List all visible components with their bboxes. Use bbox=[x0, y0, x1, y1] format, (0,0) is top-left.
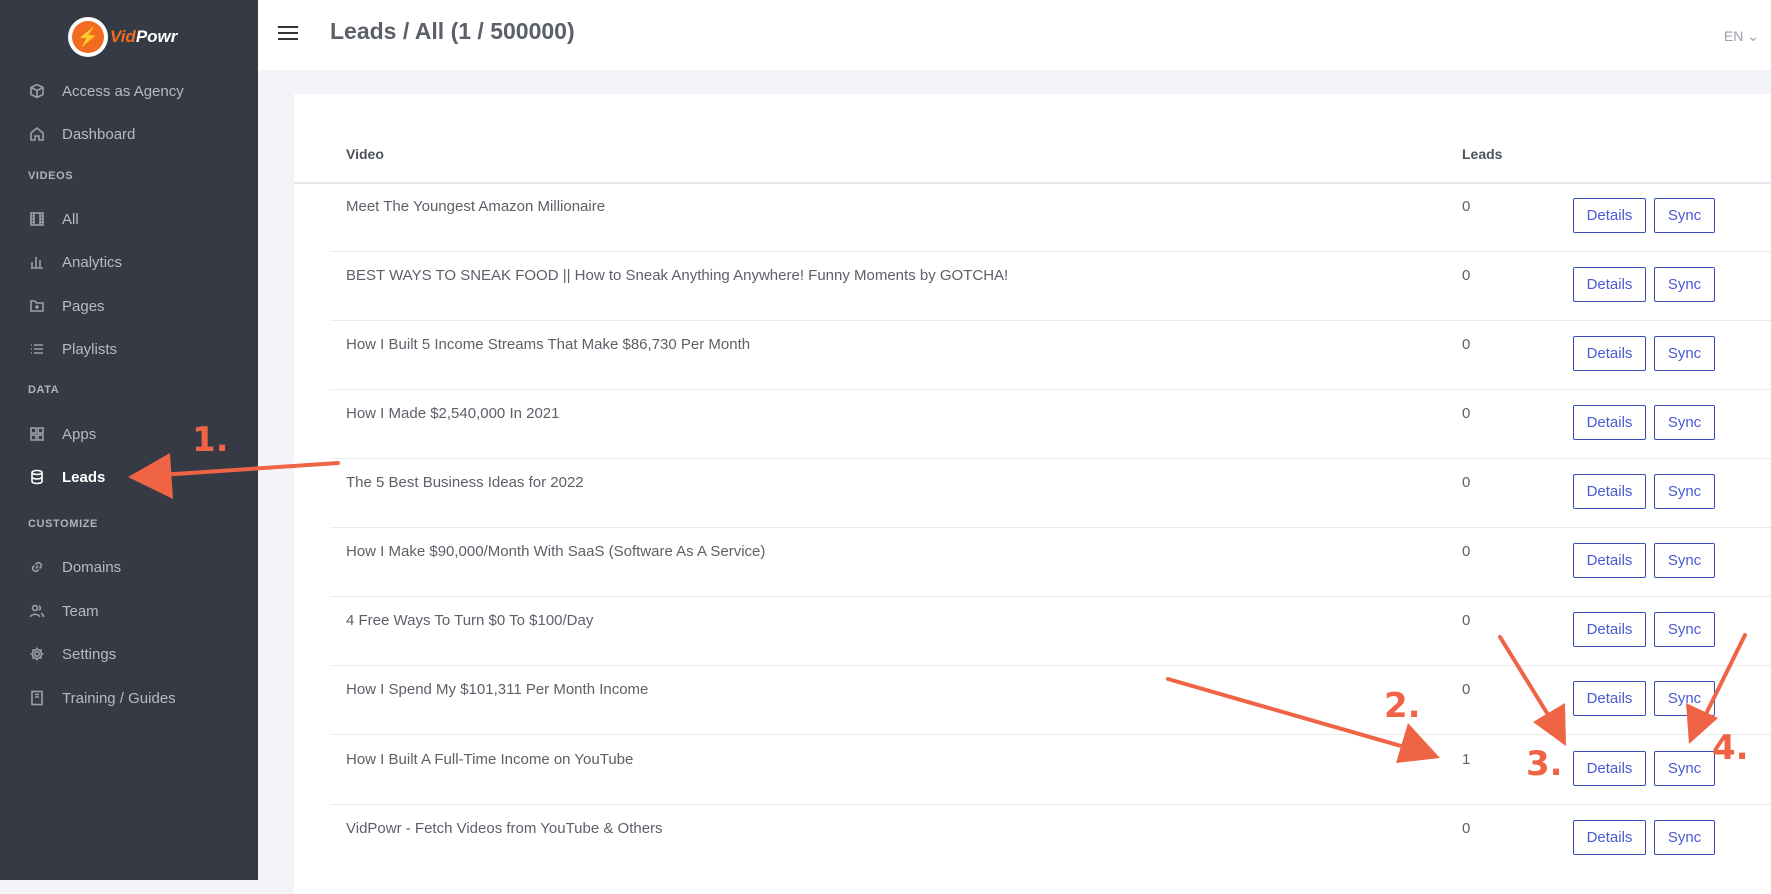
top-header: Leads / All (1 / 500000) EN ⌄ bbox=[258, 0, 1771, 70]
leads-count-cell: 0 bbox=[1462, 198, 1471, 215]
logo-badge-icon: ⚡ bbox=[68, 17, 108, 57]
video-title-cell: How I Made $2,540,000 In 2021 bbox=[346, 405, 560, 422]
sync-button[interactable]: Sync bbox=[1654, 612, 1715, 647]
leads-count-cell: 0 bbox=[1462, 267, 1471, 284]
logo-text: VidPowr bbox=[110, 27, 178, 46]
sync-button[interactable]: Sync bbox=[1654, 681, 1715, 716]
video-title-cell: How I Built 5 Income Streams That Make $… bbox=[346, 336, 751, 353]
table-row: The 5 Best Business Ideas for 2022 0 Detai… bbox=[330, 459, 1771, 528]
video-title-cell: How I Make $90,000/Month With SaaS (Soft… bbox=[346, 543, 766, 560]
table-row: How I Built 5 Income Streams That Make $… bbox=[330, 321, 1771, 390]
video-title-cell: How I Spend My $101,311 Per Month Income bbox=[346, 681, 649, 698]
section-label-data: DATA bbox=[28, 384, 60, 396]
details-button[interactable]: Details bbox=[1573, 405, 1646, 440]
folder-plus-icon bbox=[28, 297, 46, 315]
sidebar-item-playlists[interactable]: Playlists bbox=[28, 334, 117, 364]
leads-count-cell: 0 bbox=[1462, 820, 1471, 837]
leads-count-cell: 1 bbox=[1462, 751, 1471, 768]
video-title-cell: The 5 Best Business Ideas for 2022 bbox=[346, 474, 584, 491]
leads-count-cell: 0 bbox=[1462, 612, 1471, 629]
table-row: BEST WAYS TO SNEAK FOOD || How to Sneak … bbox=[330, 252, 1771, 321]
table-row: VidPowr - Fetch Videos from YouTube & Ot… bbox=[330, 805, 1771, 873]
table-row: How I Make $90,000/Month With SaaS (Soft… bbox=[330, 528, 1771, 597]
details-button[interactable]: Details bbox=[1573, 198, 1646, 233]
sync-button[interactable]: Sync bbox=[1654, 198, 1715, 233]
details-button[interactable]: Details bbox=[1573, 267, 1646, 302]
cube-icon bbox=[28, 82, 46, 100]
sidebar-item-analytics[interactable]: Analytics bbox=[28, 247, 122, 277]
sync-button[interactable]: Sync bbox=[1654, 820, 1715, 855]
video-title-cell: BEST WAYS TO SNEAK FOOD || How to Sneak … bbox=[346, 267, 1009, 284]
sync-button[interactable]: Sync bbox=[1654, 267, 1715, 302]
film-icon bbox=[28, 210, 46, 228]
sync-button[interactable]: Sync bbox=[1654, 405, 1715, 440]
users-icon bbox=[28, 602, 46, 620]
sidebar-item-pages[interactable]: Pages bbox=[28, 291, 105, 321]
leads-count-cell: 0 bbox=[1462, 543, 1471, 560]
home-icon bbox=[28, 125, 46, 143]
sidebar-item-domains[interactable]: Domains bbox=[28, 552, 121, 582]
sidebar-item-settings[interactable]: Settings bbox=[28, 639, 116, 669]
details-button[interactable]: Details bbox=[1573, 751, 1646, 786]
hamburger-menu-icon[interactable] bbox=[278, 26, 298, 42]
table-row: 4 Free Ways To Turn $0 To $100/Day 0 Detai… bbox=[330, 597, 1771, 666]
column-header-leads: Leads bbox=[1462, 146, 1503, 162]
sidebar-item-access-as-agency[interactable]: Access as Agency bbox=[28, 76, 184, 106]
sync-button[interactable]: Sync bbox=[1654, 543, 1715, 578]
sidebar-item-training-guides[interactable]: Training / Guides bbox=[28, 683, 176, 713]
leads-count-cell: 0 bbox=[1462, 336, 1471, 353]
sidebar-item-leads[interactable]: Leads bbox=[28, 462, 105, 492]
sync-button[interactable]: Sync bbox=[1654, 336, 1715, 371]
book-icon bbox=[28, 689, 46, 707]
annotation-number-4: 4. bbox=[1712, 728, 1749, 768]
sidebar-item-dashboard[interactable]: Dashboard bbox=[28, 119, 135, 149]
database-icon bbox=[28, 468, 46, 486]
sync-button[interactable]: Sync bbox=[1654, 474, 1715, 509]
table-row: Meet The Youngest Amazon Millionaire 0 Det… bbox=[330, 183, 1771, 252]
table-row: How I Spend My $101,311 Per Month Income… bbox=[330, 666, 1771, 735]
language-selector[interactable]: EN ⌄ bbox=[1724, 28, 1759, 45]
sidebar-item-all[interactable]: All bbox=[28, 204, 79, 234]
table-header: Video Leads bbox=[294, 94, 1771, 184]
video-title-cell: 4 Free Ways To Turn $0 To $100/Day bbox=[346, 612, 594, 629]
annotation-number-3: 3. bbox=[1526, 744, 1563, 784]
annotation-number-2: 2. bbox=[1384, 686, 1421, 726]
list-icon bbox=[28, 340, 46, 358]
details-button[interactable]: Details bbox=[1573, 612, 1646, 647]
section-label-videos: VIDEOS bbox=[28, 170, 74, 182]
page-title: Leads / All (1 / 500000) bbox=[330, 18, 575, 44]
details-button[interactable]: Details bbox=[1573, 681, 1646, 716]
gear-icon bbox=[28, 645, 46, 663]
details-button[interactable]: Details bbox=[1573, 474, 1646, 509]
leads-count-cell: 0 bbox=[1462, 405, 1471, 422]
column-header-video: Video bbox=[346, 146, 384, 162]
link-icon bbox=[28, 558, 46, 576]
table-row: How I Made $2,540,000 In 2021 0 Details Syn… bbox=[330, 390, 1771, 459]
sync-button[interactable]: Sync bbox=[1654, 751, 1715, 786]
logo[interactable]: ⚡ VidPowr bbox=[68, 15, 177, 59]
video-title-cell: How I Built A Full-Time Income on YouTub… bbox=[346, 751, 634, 768]
video-title-cell: VidPowr - Fetch Videos from YouTube & Ot… bbox=[346, 820, 663, 837]
leads-count-cell: 0 bbox=[1462, 474, 1471, 491]
section-label-customize: CUSTOMIZE bbox=[28, 518, 98, 530]
sidebar-item-team[interactable]: Team bbox=[28, 596, 99, 626]
sidebar-item-apps[interactable]: Apps bbox=[28, 419, 96, 449]
details-button[interactable]: Details bbox=[1573, 820, 1646, 855]
details-button[interactable]: Details bbox=[1573, 336, 1646, 371]
details-button[interactable]: Details bbox=[1573, 543, 1646, 578]
bar-chart-icon bbox=[28, 253, 46, 271]
leads-count-cell: 0 bbox=[1462, 681, 1471, 698]
video-title-cell: Meet The Youngest Amazon Millionaire bbox=[346, 198, 606, 215]
grid-icon bbox=[28, 425, 46, 443]
annotation-number-1: 1. bbox=[192, 420, 229, 460]
